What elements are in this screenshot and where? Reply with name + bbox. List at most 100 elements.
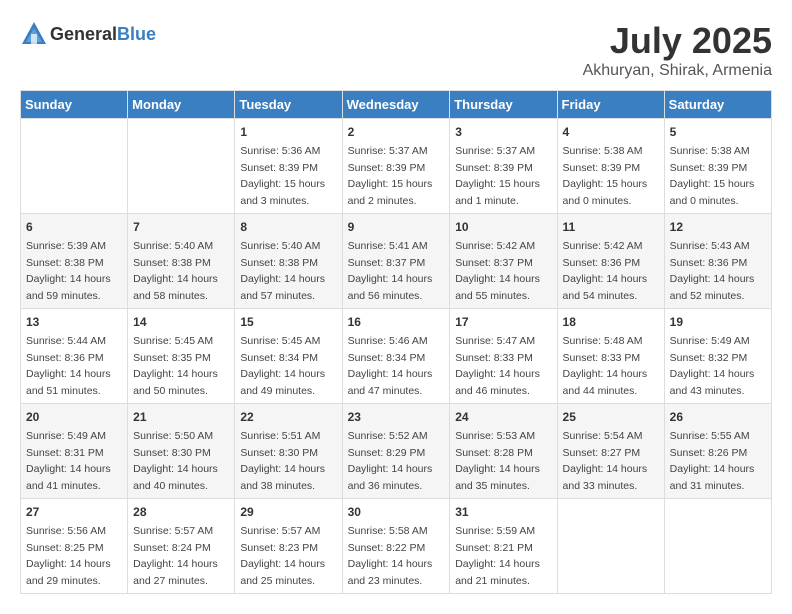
day-of-week-header: Monday xyxy=(128,91,235,119)
day-of-week-header: Saturday xyxy=(664,91,771,119)
day-info: Sunrise: 5:48 AM Sunset: 8:33 PM Dayligh… xyxy=(563,335,648,397)
calendar-cell: 7 Sunrise: 5:40 AM Sunset: 8:38 PM Daylig… xyxy=(128,214,235,309)
location-title: Akhuryan, Shirak, Armenia xyxy=(583,62,772,80)
title-block: July 2025 Akhuryan, Shirak, Armenia xyxy=(583,20,772,80)
day-info: Sunrise: 5:55 AM Sunset: 8:26 PM Dayligh… xyxy=(670,430,755,492)
day-info: Sunrise: 5:39 AM Sunset: 8:38 PM Dayligh… xyxy=(26,240,111,302)
day-info: Sunrise: 5:43 AM Sunset: 8:36 PM Dayligh… xyxy=(670,240,755,302)
calendar-week-row: 27Sunrise: 5:56 AM Sunset: 8:25 PM Dayli… xyxy=(21,499,772,594)
calendar-cell: 25 Sunrise: 5:54 AM Sunset: 8:27 PM Dayli… xyxy=(557,404,664,499)
day-info: Sunrise: 5:41 AM Sunset: 8:37 PM Dayligh… xyxy=(348,240,433,302)
day-number: 31 xyxy=(455,503,551,521)
calendar-cell: 29Sunrise: 5:57 AM Sunset: 8:23 PM Dayli… xyxy=(235,499,342,594)
day-number: 14 xyxy=(133,313,229,331)
day-info: Sunrise: 5:57 AM Sunset: 8:24 PM Dayligh… xyxy=(133,525,218,587)
day-info: Sunrise: 5:45 AM Sunset: 8:34 PM Dayligh… xyxy=(240,335,325,397)
day-number: 17 xyxy=(455,313,551,331)
day-number: 24 xyxy=(455,408,551,426)
calendar-cell: 30Sunrise: 5:58 AM Sunset: 8:22 PM Dayli… xyxy=(342,499,450,594)
calendar-cell: 22 Sunrise: 5:51 AM Sunset: 8:30 PM Dayli… xyxy=(235,404,342,499)
day-info: Sunrise: 5:51 AM Sunset: 8:30 PM Dayligh… xyxy=(240,430,325,492)
day-number: 29 xyxy=(240,503,336,521)
day-info: Sunrise: 5:47 AM Sunset: 8:33 PM Dayligh… xyxy=(455,335,540,397)
calendar-cell: 2 Sunrise: 5:37 AM Sunset: 8:39 PM Daylig… xyxy=(342,119,450,214)
logo: GeneralBlue xyxy=(20,20,156,48)
calendar-cell: 31 Sunrise: 5:59 AM Sunset: 8:21 PM Dayli… xyxy=(450,499,557,594)
calendar-cell: 6Sunrise: 5:39 AM Sunset: 8:38 PM Daylig… xyxy=(21,214,128,309)
day-info: Sunrise: 5:42 AM Sunset: 8:37 PM Dayligh… xyxy=(455,240,540,302)
calendar-table: SundayMondayTuesdayWednesdayThursdayFrid… xyxy=(20,90,772,594)
day-number: 18 xyxy=(563,313,659,331)
calendar-cell: 18 Sunrise: 5:48 AM Sunset: 8:33 PM Dayli… xyxy=(557,309,664,404)
day-info: Sunrise: 5:40 AM Sunset: 8:38 PM Dayligh… xyxy=(133,240,218,302)
logo-text-general: General xyxy=(50,24,117,44)
day-number: 19 xyxy=(670,313,766,331)
day-info: Sunrise: 5:44 AM Sunset: 8:36 PM Dayligh… xyxy=(26,335,111,397)
day-of-week-header: Friday xyxy=(557,91,664,119)
day-number: 16 xyxy=(348,313,445,331)
day-number: 2 xyxy=(348,123,445,141)
day-number: 12 xyxy=(670,218,766,236)
calendar-cell: 8 Sunrise: 5:40 AM Sunset: 8:38 PM Daylig… xyxy=(235,214,342,309)
calendar-cell: 1 Sunrise: 5:36 AM Sunset: 8:39 PM Daylig… xyxy=(235,119,342,214)
calendar-cell: 4Sunrise: 5:38 AM Sunset: 8:39 PM Daylig… xyxy=(557,119,664,214)
calendar-cell: 20 Sunrise: 5:49 AM Sunset: 8:31 PM Dayli… xyxy=(21,404,128,499)
day-number: 28 xyxy=(133,503,229,521)
calendar-cell: 12 Sunrise: 5:43 AM Sunset: 8:36 PM Dayli… xyxy=(664,214,771,309)
calendar-cell: 26 Sunrise: 5:55 AM Sunset: 8:26 PM Dayli… xyxy=(664,404,771,499)
calendar-week-row: 20 Sunrise: 5:49 AM Sunset: 8:31 PM Dayli… xyxy=(21,404,772,499)
day-number: 3 xyxy=(455,123,551,141)
calendar-cell: 24 Sunrise: 5:53 AM Sunset: 8:28 PM Dayli… xyxy=(450,404,557,499)
day-info: Sunrise: 5:37 AM Sunset: 8:39 PM Dayligh… xyxy=(348,145,433,207)
day-info: Sunrise: 5:49 AM Sunset: 8:31 PM Dayligh… xyxy=(26,430,111,492)
calendar-cell: 3 Sunrise: 5:37 AM Sunset: 8:39 PM Daylig… xyxy=(450,119,557,214)
day-info: Sunrise: 5:49 AM Sunset: 8:32 PM Dayligh… xyxy=(670,335,755,397)
calendar-header-row: SundayMondayTuesdayWednesdayThursdayFrid… xyxy=(21,91,772,119)
day-number: 13 xyxy=(26,313,122,331)
calendar-cell: 11 Sunrise: 5:42 AM Sunset: 8:36 PM Dayli… xyxy=(557,214,664,309)
day-info: Sunrise: 5:40 AM Sunset: 8:38 PM Dayligh… xyxy=(240,240,325,302)
day-number: 21 xyxy=(133,408,229,426)
day-number: 4 xyxy=(563,123,659,141)
day-number: 8 xyxy=(240,218,336,236)
day-info: Sunrise: 5:38 AM Sunset: 8:39 PM Dayligh… xyxy=(670,145,755,207)
day-number: 30 xyxy=(348,503,445,521)
day-info: Sunrise: 5:59 AM Sunset: 8:21 PM Dayligh… xyxy=(455,525,540,587)
day-info: Sunrise: 5:50 AM Sunset: 8:30 PM Dayligh… xyxy=(133,430,218,492)
calendar-cell: 10Sunrise: 5:42 AM Sunset: 8:37 PM Dayli… xyxy=(450,214,557,309)
calendar-cell: 15Sunrise: 5:45 AM Sunset: 8:34 PM Dayli… xyxy=(235,309,342,404)
calendar-week-row: 6Sunrise: 5:39 AM Sunset: 8:38 PM Daylig… xyxy=(21,214,772,309)
day-of-week-header: Sunday xyxy=(21,91,128,119)
calendar-cell xyxy=(128,119,235,214)
day-info: Sunrise: 5:45 AM Sunset: 8:35 PM Dayligh… xyxy=(133,335,218,397)
logo-icon xyxy=(20,20,48,48)
calendar-cell: 27Sunrise: 5:56 AM Sunset: 8:25 PM Dayli… xyxy=(21,499,128,594)
day-number: 20 xyxy=(26,408,122,426)
calendar-cell: 21 Sunrise: 5:50 AM Sunset: 8:30 PM Dayli… xyxy=(128,404,235,499)
calendar-cell xyxy=(557,499,664,594)
day-number: 22 xyxy=(240,408,336,426)
day-info: Sunrise: 5:37 AM Sunset: 8:39 PM Dayligh… xyxy=(455,145,540,207)
day-number: 9 xyxy=(348,218,445,236)
day-info: Sunrise: 5:53 AM Sunset: 8:28 PM Dayligh… xyxy=(455,430,540,492)
calendar-week-row: 13 Sunrise: 5:44 AM Sunset: 8:36 PM Dayli… xyxy=(21,309,772,404)
calendar-cell: 19 Sunrise: 5:49 AM Sunset: 8:32 PM Dayli… xyxy=(664,309,771,404)
day-info: Sunrise: 5:56 AM Sunset: 8:25 PM Dayligh… xyxy=(26,525,111,587)
day-number: 7 xyxy=(133,218,229,236)
calendar-cell: 16 Sunrise: 5:46 AM Sunset: 8:34 PM Dayli… xyxy=(342,309,450,404)
calendar-cell: 9 Sunrise: 5:41 AM Sunset: 8:37 PM Daylig… xyxy=(342,214,450,309)
calendar-cell: 23Sunrise: 5:52 AM Sunset: 8:29 PM Dayli… xyxy=(342,404,450,499)
day-info: Sunrise: 5:36 AM Sunset: 8:39 PM Dayligh… xyxy=(240,145,325,207)
calendar-cell: 14 Sunrise: 5:45 AM Sunset: 8:35 PM Dayli… xyxy=(128,309,235,404)
day-number: 1 xyxy=(240,123,336,141)
day-of-week-header: Thursday xyxy=(450,91,557,119)
day-number: 11 xyxy=(563,218,659,236)
page-header: GeneralBlue July 2025 Akhuryan, Shirak, … xyxy=(20,20,772,80)
day-number: 26 xyxy=(670,408,766,426)
day-info: Sunrise: 5:42 AM Sunset: 8:36 PM Dayligh… xyxy=(563,240,648,302)
day-info: Sunrise: 5:54 AM Sunset: 8:27 PM Dayligh… xyxy=(563,430,648,492)
day-number: 23 xyxy=(348,408,445,426)
day-number: 25 xyxy=(563,408,659,426)
day-info: Sunrise: 5:46 AM Sunset: 8:34 PM Dayligh… xyxy=(348,335,433,397)
calendar-cell xyxy=(664,499,771,594)
